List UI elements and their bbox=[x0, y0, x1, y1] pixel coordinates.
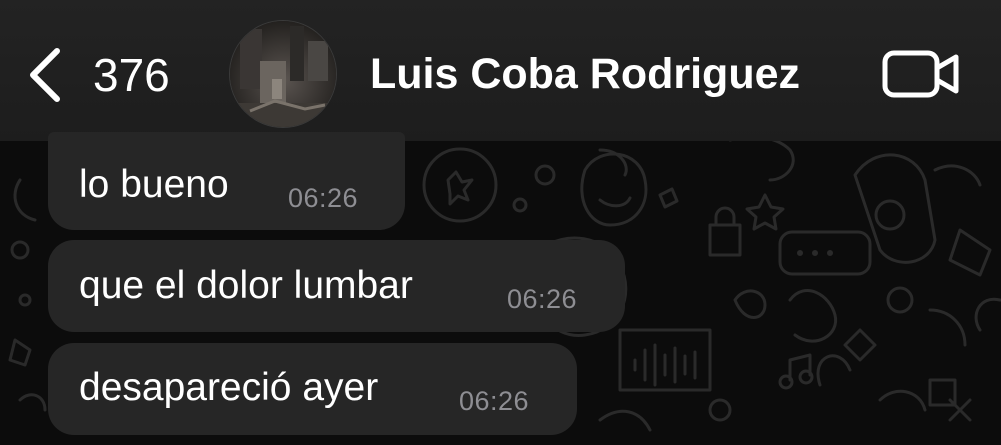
message-time: 06:26 bbox=[507, 284, 578, 314]
video-camera-icon bbox=[882, 50, 959, 98]
chevron-left-icon bbox=[30, 48, 60, 102]
message-bubble[interactable]: que el dolor lumbar 06:26 bbox=[48, 240, 625, 332]
message-time: 06:26 bbox=[459, 386, 530, 416]
message-time: 06:26 bbox=[288, 183, 359, 213]
chat-screen: 376 Luis Coba Rodriguez lo bueno 06:26 q… bbox=[0, 0, 1001, 445]
back-button[interactable]: 376 bbox=[24, 44, 194, 106]
message-text: lo bueno bbox=[79, 163, 229, 206]
message-text: que el dolor lumbar bbox=[79, 264, 413, 307]
video-call-button[interactable] bbox=[880, 46, 962, 102]
chat-header: 376 Luis Coba Rodriguez bbox=[0, 0, 1001, 141]
message-bubble[interactable]: desapareció ayer 06:26 bbox=[48, 343, 577, 435]
unread-count: 376 bbox=[93, 49, 170, 101]
contact-avatar[interactable] bbox=[229, 20, 337, 128]
message-bubble[interactable]: lo bueno 06:26 bbox=[48, 132, 405, 230]
contact-name[interactable]: Luis Coba Rodriguez bbox=[370, 46, 800, 102]
avatar-photo bbox=[230, 21, 336, 127]
message-text: desapareció ayer bbox=[79, 366, 379, 409]
